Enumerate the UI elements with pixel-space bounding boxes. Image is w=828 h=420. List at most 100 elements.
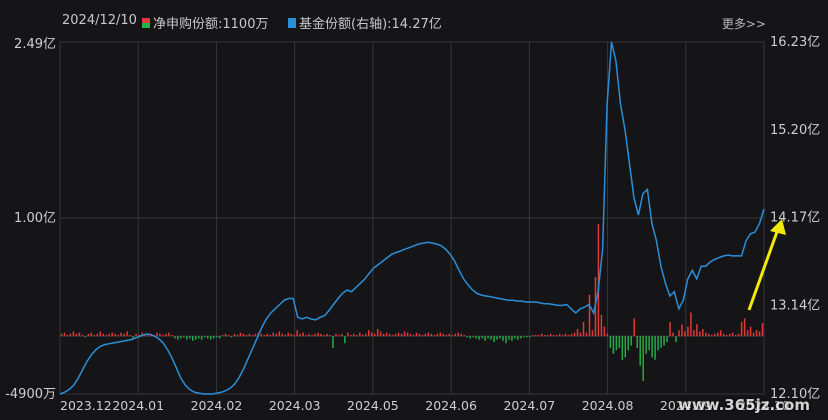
bar-positive bbox=[323, 334, 325, 337]
bar-positive bbox=[272, 332, 275, 337]
bar-positive bbox=[454, 333, 456, 337]
bar-negative bbox=[508, 336, 510, 340]
bar-negative bbox=[654, 336, 656, 360]
bar-negative bbox=[663, 336, 665, 346]
bar-positive bbox=[755, 330, 758, 337]
bar-positive bbox=[720, 330, 722, 337]
bar-negative bbox=[469, 336, 471, 339]
bar-negative bbox=[660, 336, 662, 348]
bar-positive bbox=[147, 334, 149, 337]
bar-positive bbox=[385, 332, 388, 337]
bar-positive bbox=[451, 334, 454, 337]
bar-positive bbox=[457, 332, 459, 337]
bar-negative bbox=[183, 336, 185, 338]
bar-negative bbox=[615, 336, 618, 351]
bar-positive bbox=[570, 333, 573, 337]
bar-positive bbox=[564, 333, 567, 337]
bar-positive bbox=[302, 332, 304, 337]
bar-positive bbox=[290, 333, 292, 337]
bar-positive bbox=[350, 334, 352, 337]
bar-negative bbox=[636, 336, 638, 348]
bar-positive bbox=[305, 334, 307, 337]
bar-positive bbox=[388, 333, 391, 337]
bar-positive bbox=[251, 334, 254, 337]
bar-positive bbox=[221, 334, 224, 337]
bar-positive bbox=[66, 334, 69, 337]
x-axis-tick-label: 2024.03 bbox=[269, 398, 321, 413]
bar-negative bbox=[466, 336, 468, 338]
bar-positive bbox=[376, 329, 379, 337]
bar-negative bbox=[675, 336, 677, 343]
bar-positive bbox=[421, 334, 424, 337]
bar-positive bbox=[60, 333, 63, 337]
bar-positive bbox=[281, 333, 283, 337]
bar-positive bbox=[329, 334, 331, 337]
bar-positive bbox=[69, 333, 72, 337]
bar-positive bbox=[746, 330, 749, 337]
bar-positive bbox=[126, 331, 128, 337]
bar-positive bbox=[245, 334, 248, 337]
bar-positive bbox=[108, 333, 110, 337]
bar-positive bbox=[63, 332, 66, 337]
bar-positive bbox=[338, 334, 340, 337]
bar-positive bbox=[400, 333, 403, 337]
watermark: www.365jz.com bbox=[677, 396, 810, 414]
bar-positive bbox=[341, 333, 343, 337]
bar-positive bbox=[135, 333, 137, 337]
bar-positive bbox=[761, 323, 764, 337]
bar-positive bbox=[427, 332, 430, 337]
bar-positive bbox=[538, 334, 540, 337]
bar-negative bbox=[192, 336, 194, 341]
bar-positive bbox=[752, 332, 755, 337]
bar-positive bbox=[737, 333, 740, 337]
bar-positive bbox=[373, 333, 376, 337]
bar-negative bbox=[517, 336, 519, 340]
bar-positive bbox=[293, 334, 295, 337]
bar-positive bbox=[544, 334, 546, 337]
bar-positive bbox=[236, 334, 239, 337]
bar-positive bbox=[430, 333, 433, 337]
left-axis-tick-label: -4900万 bbox=[5, 387, 56, 402]
bar-positive bbox=[463, 334, 465, 337]
bar-positive bbox=[603, 326, 606, 337]
bar-positive bbox=[263, 334, 266, 337]
bar-positive bbox=[582, 321, 585, 337]
bar-positive bbox=[335, 333, 337, 337]
bar-negative bbox=[206, 336, 209, 339]
bar-negative bbox=[174, 336, 176, 339]
bar-positive bbox=[165, 333, 167, 337]
bar-positive bbox=[728, 333, 731, 337]
bar-positive bbox=[75, 333, 78, 337]
bar-negative bbox=[212, 336, 215, 339]
bar-negative bbox=[648, 336, 650, 351]
right-axis-tick-label: 15.20亿 bbox=[770, 123, 820, 138]
bar-negative bbox=[203, 336, 206, 338]
bar-negative bbox=[666, 336, 668, 343]
x-axis-tick-label: 2024.06 bbox=[425, 398, 477, 413]
bar-positive bbox=[743, 318, 746, 337]
bar-positive bbox=[758, 331, 761, 337]
bar-negative bbox=[529, 336, 531, 338]
bar-negative bbox=[645, 336, 647, 354]
bar-positive bbox=[394, 333, 397, 337]
x-axis-tick-label: 2024.08 bbox=[582, 398, 634, 413]
bar-negative bbox=[609, 336, 612, 348]
bar-positive bbox=[681, 324, 683, 337]
left-axis-tick-label: 2.49亿 bbox=[14, 37, 56, 52]
x-axis-tick-label: 2024.02 bbox=[191, 398, 243, 413]
bar-positive bbox=[275, 333, 278, 337]
bar-negative bbox=[496, 336, 498, 340]
bar-positive bbox=[114, 333, 116, 337]
bar-positive bbox=[278, 331, 280, 337]
bar-positive bbox=[370, 332, 373, 337]
bar-negative bbox=[493, 336, 495, 343]
bar-positive bbox=[535, 334, 537, 337]
bar-negative bbox=[502, 336, 504, 341]
bar-positive bbox=[684, 331, 686, 337]
bar-negative bbox=[612, 336, 615, 354]
bar-negative bbox=[526, 336, 528, 338]
bar-negative bbox=[621, 336, 624, 360]
right-axis-tick-label: 13.14亿 bbox=[770, 298, 820, 313]
bar-positive bbox=[233, 333, 236, 337]
bar-positive bbox=[78, 332, 81, 337]
